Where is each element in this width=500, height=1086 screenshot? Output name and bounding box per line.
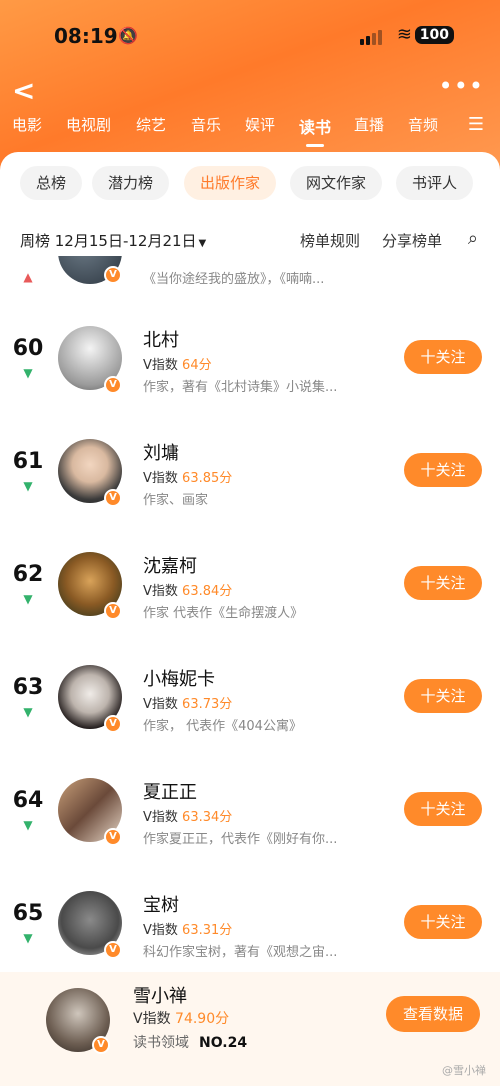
- clock: 08:19: [54, 24, 118, 48]
- verified-badge-icon: V: [104, 376, 122, 394]
- rank-number: 62: [12, 562, 44, 587]
- list-item[interactable]: 63 ▼ V 小梅妮卡 V指数 63.73分 作家， 代表作《404公寓》 十关…: [0, 643, 500, 756]
- battery-icon: 100: [414, 26, 454, 44]
- tab-music[interactable]: 音乐: [191, 114, 221, 135]
- v-index: V指数 63.34分: [143, 810, 233, 825]
- verified-badge-icon: V: [104, 828, 122, 846]
- ranking-subtabs: 总榜 潜力榜 出版作家 网文作家 书评人: [0, 166, 500, 200]
- trend-down-icon: ▼: [23, 592, 33, 606]
- tab-live[interactable]: 直播: [354, 114, 384, 135]
- verified-badge-icon: V: [104, 715, 122, 733]
- status-bar: 08:19 🔕 ≋ 100: [0, 22, 500, 52]
- category-tabs: 电影 电视剧 综艺 音乐 娱评 读书 直播 音频: [0, 114, 500, 144]
- header: 08:19 🔕 ≋ 100 < ••• 电影 电视剧 综艺 音乐 娱评 读书 直…: [0, 0, 500, 170]
- share-ranking-link[interactable]: 分享榜单: [382, 230, 442, 251]
- author-name[interactable]: 小梅妮卡: [143, 665, 215, 691]
- tab-variety[interactable]: 综艺: [136, 114, 166, 135]
- my-author-name: 雪小禅: [133, 986, 187, 1007]
- v-index: V指数 63.31分: [143, 923, 233, 938]
- author-description: 作家 代表作《生命摆渡人》: [143, 606, 304, 621]
- watermark: @雪小禅: [442, 1064, 486, 1077]
- v-index: V指数 63.84分: [143, 584, 233, 599]
- author-description: 科幻作家宝树，著有《观想之宙...: [143, 945, 338, 960]
- silent-bell-icon: 🔕: [118, 26, 138, 45]
- trend-up-icon: ▲: [23, 270, 33, 284]
- list-item[interactable]: 61 ▼ V 刘墉 V指数 63.85分 作家、画家 十关注: [0, 417, 500, 530]
- view-data-button[interactable]: 查看数据: [386, 996, 480, 1032]
- tab-reviews[interactable]: 娱评: [245, 114, 275, 135]
- rank-number: 60: [12, 336, 44, 361]
- follow-button[interactable]: 十关注: [404, 792, 482, 826]
- author-name[interactable]: 宝树: [143, 891, 179, 917]
- author-description: 作家， 代表作《404公寓》: [143, 719, 302, 734]
- author-name[interactable]: 刘墉: [143, 439, 179, 465]
- back-icon[interactable]: <: [12, 74, 35, 107]
- ranking-rules-link[interactable]: 榜单规则: [300, 230, 360, 251]
- author-description: 作家夏正正，代表作《刚好有你...: [143, 832, 338, 847]
- author-name[interactable]: 夏正正: [143, 778, 197, 804]
- author-description: 作家、画家: [143, 493, 209, 508]
- subtab-potential[interactable]: 潜力榜: [92, 166, 170, 200]
- my-ranking-card: V 雪小禅 V指数 74.90分 读书领域 NO.24 查看数据 @雪小禅: [0, 972, 500, 1086]
- follow-button[interactable]: 十关注: [404, 905, 482, 939]
- subtab-published-authors[interactable]: 出版作家: [184, 166, 277, 200]
- v-index: V指数 63.85分: [143, 471, 233, 486]
- tab-books[interactable]: 读书: [299, 114, 331, 138]
- tab-tv[interactable]: 电视剧: [66, 114, 111, 135]
- author-name[interactable]: 沈嘉柯: [143, 552, 197, 578]
- author-name[interactable]: 北村: [143, 326, 179, 352]
- subtab-overall[interactable]: 总榜: [20, 166, 83, 200]
- my-field-rank: 读书领域 NO.24: [133, 1035, 248, 1051]
- verified-badge-icon: V: [104, 602, 122, 620]
- ranking-list: ▲ V 《当你途经我的盛放》，《喃喃... 60 ▼ V 北村 V指数 64分 …: [0, 256, 500, 976]
- caret-down-icon: ▼: [198, 238, 207, 249]
- list-item-partial[interactable]: ▲ V 《当你途经我的盛放》，《喃喃...: [0, 256, 500, 296]
- list-item[interactable]: 65 ▼ V 宝树 V指数 63.31分 科幻作家宝树，著有《观想之宙... 十…: [0, 869, 500, 976]
- verified-badge-icon: V: [104, 266, 122, 284]
- menu-icon[interactable]: ☰: [468, 114, 484, 135]
- subtab-book-reviewers[interactable]: 书评人: [396, 166, 474, 200]
- follow-button[interactable]: 十关注: [404, 679, 482, 713]
- list-item[interactable]: 60 ▼ V 北村 V指数 64分 作家，著有《北村诗集》小说集... 十关注: [0, 304, 500, 417]
- rank-number: 65: [12, 901, 44, 926]
- trend-down-icon: ▼: [23, 818, 33, 832]
- verified-badge-icon: V: [104, 941, 122, 959]
- verified-badge-icon: V: [104, 489, 122, 507]
- signal-icon: [360, 30, 382, 45]
- week-bar: 周榜 12月15日-12月21日 ▼ 榜单规则 分享榜单 ⌕: [0, 228, 500, 254]
- v-index: V指数 63.73分: [143, 697, 233, 712]
- follow-button[interactable]: 十关注: [404, 566, 482, 600]
- trend-down-icon: ▼: [23, 366, 33, 380]
- author-description: 作家，著有《北村诗集》小说集...: [143, 380, 338, 395]
- search-icon[interactable]: ⌕: [468, 228, 478, 249]
- trend-down-icon: ▼: [23, 479, 33, 493]
- v-index: V指数 64分: [143, 358, 212, 373]
- follow-button[interactable]: 十关注: [404, 453, 482, 487]
- follow-button[interactable]: 十关注: [404, 340, 482, 374]
- tab-movies[interactable]: 电影: [12, 114, 42, 135]
- rank-number: 63: [12, 675, 44, 700]
- more-icon[interactable]: •••: [439, 72, 484, 100]
- trend-down-icon: ▼: [23, 931, 33, 945]
- list-item[interactable]: 64 ▼ V 夏正正 V指数 63.34分 作家夏正正，代表作《刚好有你... …: [0, 756, 500, 869]
- trend-down-icon: ▼: [23, 705, 33, 719]
- my-v-index: V指数 74.90分: [133, 1011, 230, 1027]
- author-description: 《当你途经我的盛放》，《喃喃...: [143, 272, 325, 287]
- list-item[interactable]: 62 ▼ V 沈嘉柯 V指数 63.84分 作家 代表作《生命摆渡人》 十关注: [0, 530, 500, 643]
- subtab-web-authors[interactable]: 网文作家: [290, 166, 383, 200]
- ranking-panel: 总榜 潜力榜 出版作家 网文作家 书评人 周榜 12月15日-12月21日 ▼ 榜…: [0, 152, 500, 1086]
- rank-number: 61: [12, 449, 44, 474]
- week-selector[interactable]: 周榜 12月15日-12月21日 ▼: [20, 230, 206, 251]
- tab-audio[interactable]: 音频: [408, 114, 438, 135]
- rank-number: 64: [12, 788, 44, 813]
- verified-badge-icon: V: [92, 1036, 110, 1054]
- wifi-icon: ≋: [396, 24, 412, 45]
